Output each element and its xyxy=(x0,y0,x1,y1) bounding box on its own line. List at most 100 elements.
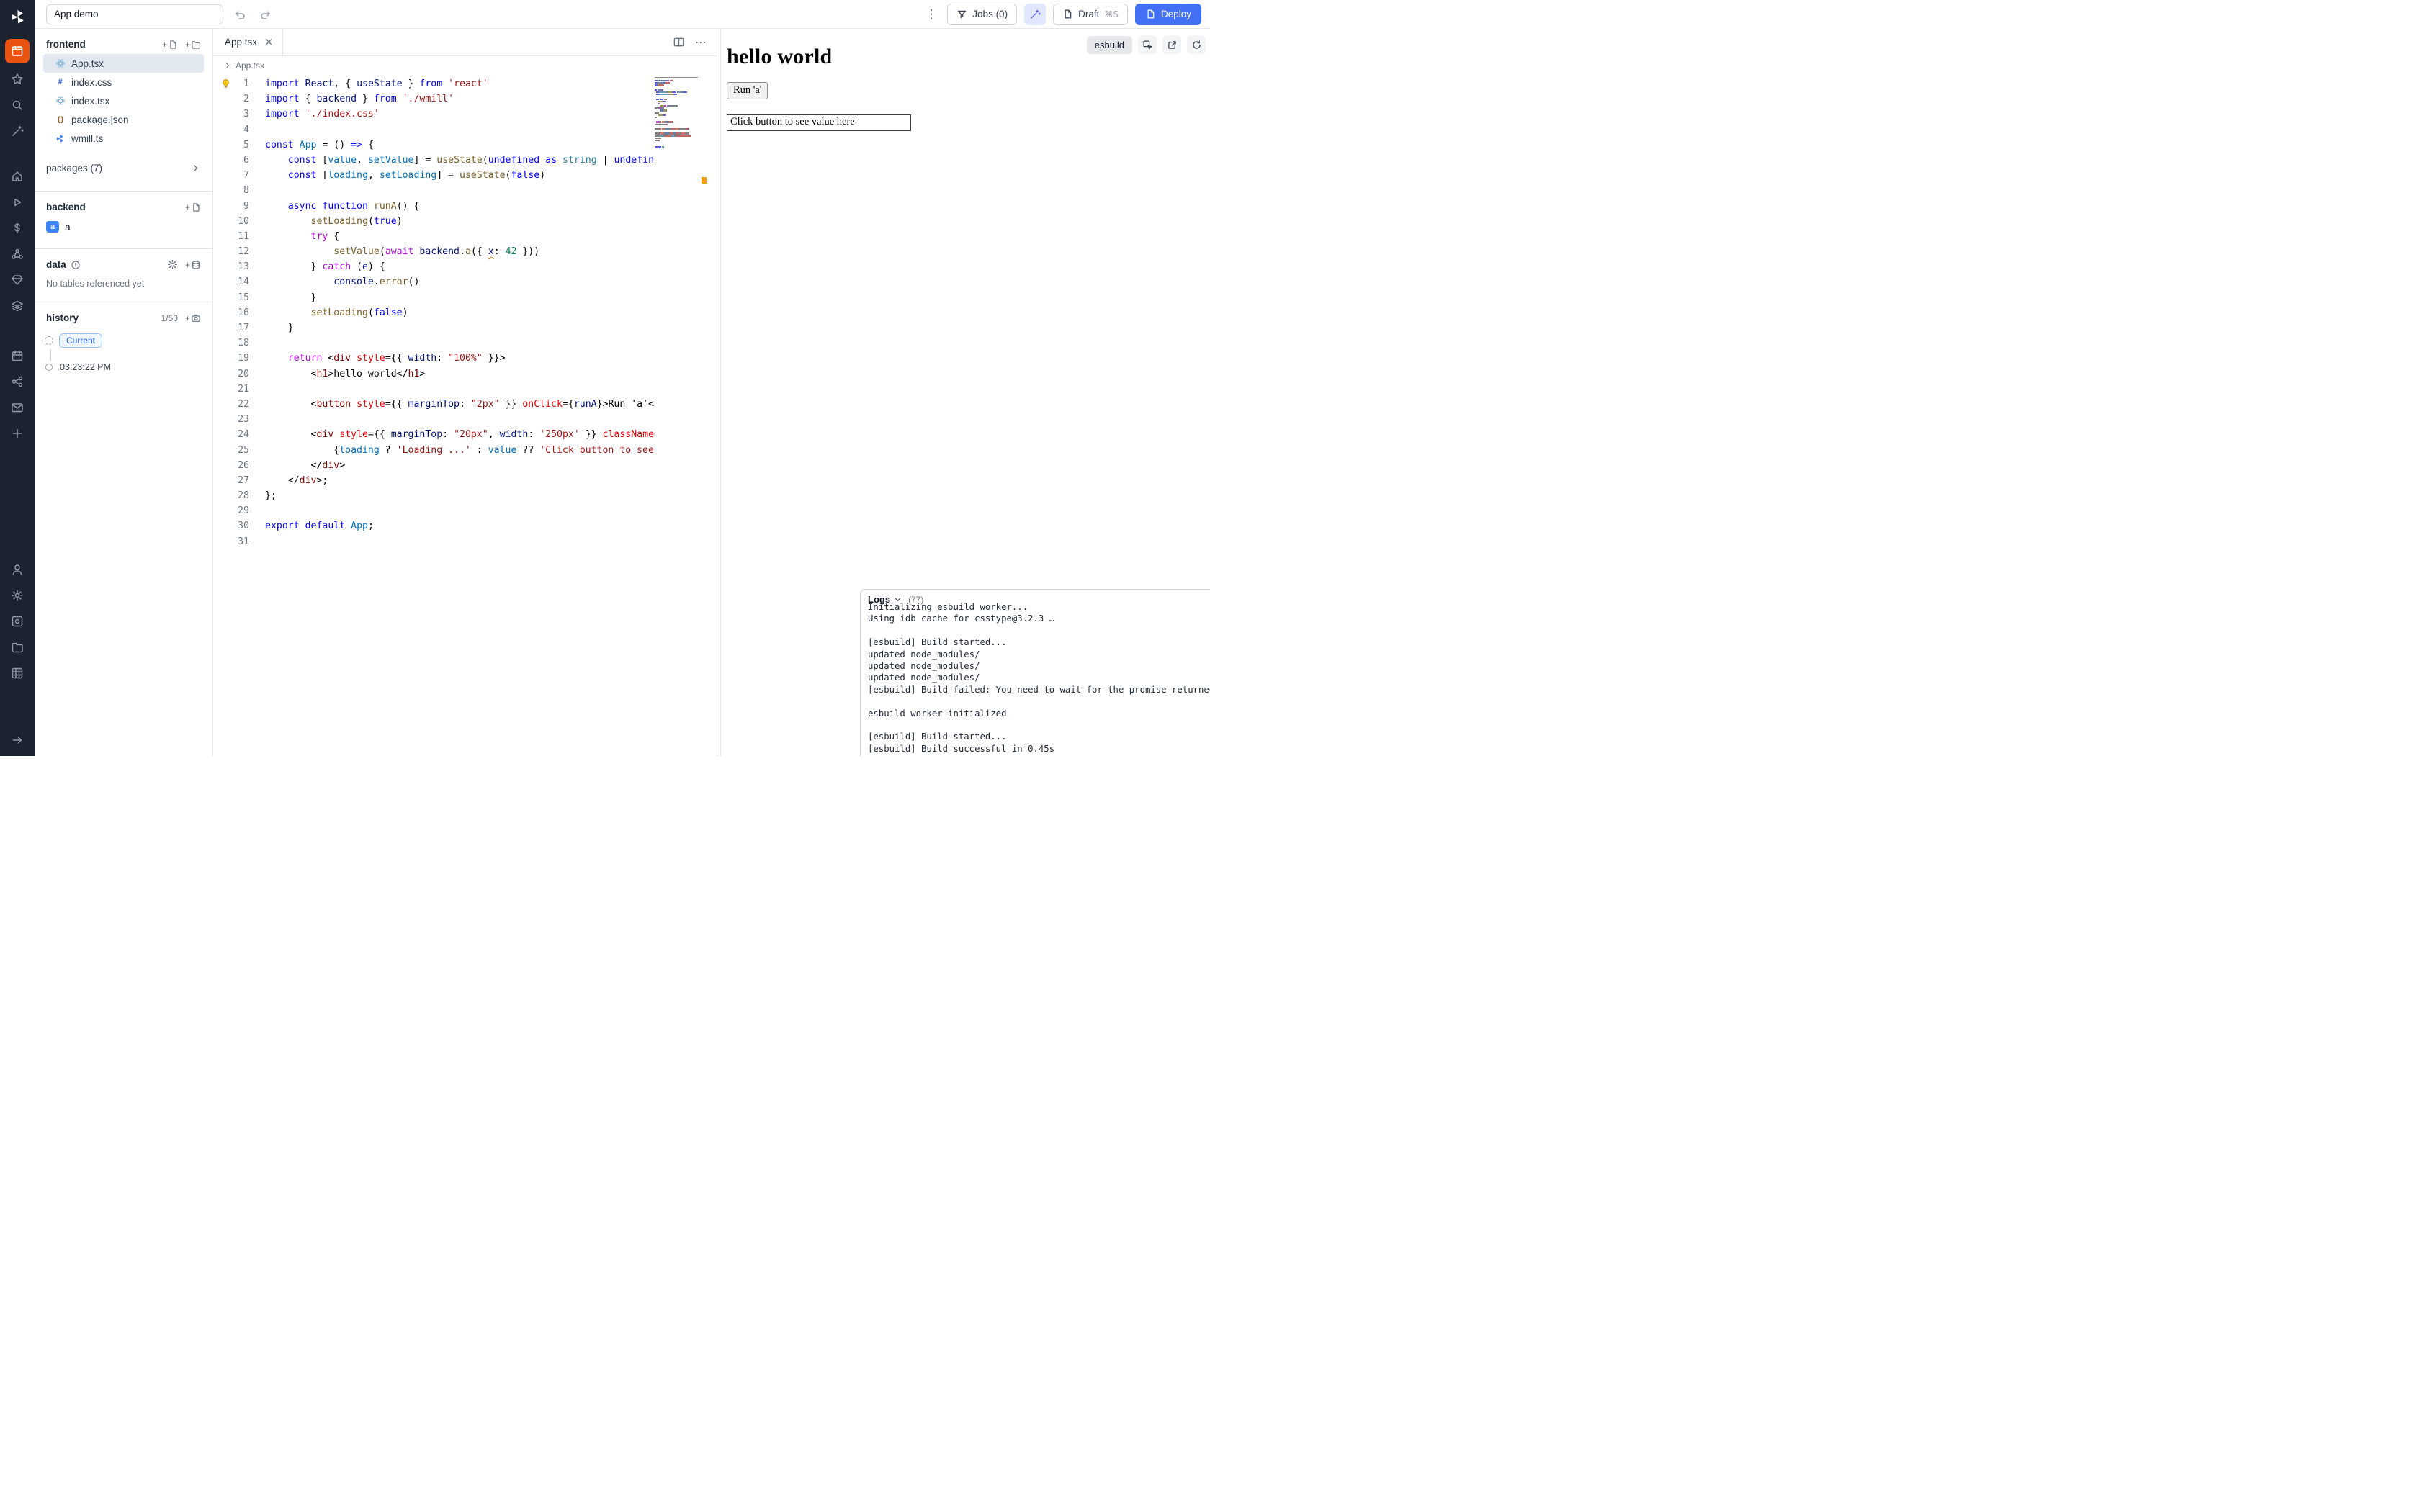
user-button[interactable] xyxy=(5,559,30,580)
home-button[interactable] xyxy=(5,166,30,186)
camera-icon xyxy=(191,313,201,323)
plus-icon xyxy=(11,427,24,440)
minimap-slider[interactable] xyxy=(655,77,698,78)
flow-button[interactable] xyxy=(5,371,30,392)
split-columns-icon[interactable] xyxy=(673,36,685,48)
content-row: frontend + + App.tsx#index.cssindex.tsx{… xyxy=(35,29,1210,756)
boxcog-button[interactable] xyxy=(5,611,30,631)
add-backend-script-button[interactable]: + xyxy=(185,202,201,212)
file-icon xyxy=(191,202,201,212)
apps-button[interactable] xyxy=(5,39,30,63)
minimap[interactable] xyxy=(655,76,699,756)
history-entry-timestamp[interactable]: 03:23:22 PM xyxy=(45,362,202,372)
open-external-icon[interactable] xyxy=(1162,35,1181,54)
apps-icon xyxy=(11,45,24,58)
folder-icon xyxy=(191,40,201,50)
history-entry-current[interactable]: Current xyxy=(45,333,202,348)
arrow-right-icon xyxy=(11,734,24,747)
history-counter: 1/50 xyxy=(161,313,178,323)
calendar-icon xyxy=(11,349,24,362)
esbuild-badge[interactable]: esbuild xyxy=(1087,36,1132,54)
run-a-button[interactable]: Run 'a' xyxy=(727,82,768,99)
windmill-logo[interactable] xyxy=(4,4,30,29)
close-icon[interactable]: × xyxy=(264,37,274,48)
snapshot-button[interactable]: + xyxy=(185,313,201,323)
database-icon xyxy=(191,260,201,270)
dollar-icon xyxy=(11,222,24,235)
packages-row[interactable]: packages (7) xyxy=(43,158,204,178)
wand-icon xyxy=(11,125,24,138)
arrow-right-button[interactable] xyxy=(5,729,30,750)
play-button[interactable] xyxy=(5,192,30,212)
info-icon[interactable] xyxy=(71,260,81,270)
mail-button[interactable] xyxy=(5,397,30,418)
wand-button[interactable] xyxy=(5,120,30,141)
draft-button[interactable]: Draft ⌘S xyxy=(1053,4,1128,25)
backend-list: aa xyxy=(43,218,204,235)
folder-button[interactable] xyxy=(5,636,30,657)
refresh-icon[interactable] xyxy=(1187,35,1206,54)
grid-button[interactable] xyxy=(5,662,30,683)
add-table-button[interactable]: + xyxy=(185,260,201,270)
editor-more-menu-icon[interactable]: ⋯ xyxy=(695,35,707,49)
redo-button[interactable] xyxy=(256,5,275,24)
json-file-icon: { } xyxy=(55,116,66,124)
boxcog-icon xyxy=(11,615,24,628)
preview-toolbar: esbuild xyxy=(1087,35,1206,54)
gear-icon xyxy=(11,589,24,602)
react-file-icon xyxy=(55,58,66,68)
inspect-pointer-icon[interactable] xyxy=(1138,35,1157,54)
undo-icon xyxy=(233,8,246,21)
file-icon xyxy=(1062,9,1073,19)
frontend-section: frontend + + App.tsx#index.cssindex.tsx{… xyxy=(35,29,212,191)
tab-app-tsx[interactable]: App.tsx × xyxy=(213,29,283,55)
code-editor-text[interactable]: import React, { useState } from 'react'i… xyxy=(265,76,655,756)
folder-icon xyxy=(11,641,24,654)
layers-button[interactable] xyxy=(5,295,30,316)
dollar-button[interactable] xyxy=(5,217,30,238)
plus-button[interactable] xyxy=(5,423,30,444)
file-item-index.tsx[interactable]: index.tsx xyxy=(43,91,204,110)
undo-button[interactable] xyxy=(230,5,249,24)
gem-button[interactable] xyxy=(5,269,30,290)
add-file-button[interactable]: + xyxy=(162,40,178,50)
search-button[interactable] xyxy=(5,94,30,115)
gear-button[interactable] xyxy=(5,585,30,606)
breadcrumb[interactable]: App.tsx xyxy=(213,56,717,75)
app-name-input[interactable] xyxy=(46,4,223,24)
ai-wand-button[interactable] xyxy=(1024,4,1046,25)
magic-wand-icon xyxy=(1029,9,1041,20)
deploy-button[interactable]: Deploy xyxy=(1135,4,1201,25)
lightbulb-icon[interactable] xyxy=(220,78,231,89)
chevron-right-icon xyxy=(190,163,201,174)
file-item-package.json[interactable]: { }package.json xyxy=(43,110,204,129)
top-bar: ⋮ Jobs (0) Draft ⌘S Deploy xyxy=(35,0,1210,29)
jobs-button[interactable]: Jobs (0) xyxy=(947,4,1017,25)
backend-section: backend + aa xyxy=(35,191,212,248)
backend-script-a[interactable]: aa xyxy=(43,218,204,235)
script-name: a xyxy=(65,222,71,233)
file-icon xyxy=(168,40,178,50)
hub-button[interactable] xyxy=(5,243,30,264)
data-section: data + No tables referenced yet xyxy=(35,248,212,302)
more-menu-button[interactable]: ⋮ xyxy=(923,7,940,22)
logs-output[interactable]: Initializing esbuild worker... Using idb… xyxy=(861,601,1210,756)
file-item-wmill.ts[interactable]: wmill.ts xyxy=(43,129,204,148)
jobs-icon xyxy=(956,9,967,19)
app-preview-pane: esbuild hello world Run 'a' Click button… xyxy=(721,29,1210,756)
left-icon-rail xyxy=(0,0,35,756)
file-name: index.tsx xyxy=(71,96,109,107)
star-button[interactable] xyxy=(5,68,30,89)
code-area: 1234567891011121314151617181920212223242… xyxy=(213,75,717,756)
chevron-right-icon xyxy=(223,61,232,70)
file-item-index.css[interactable]: #index.css xyxy=(43,73,204,91)
overview-ruler[interactable] xyxy=(699,76,717,756)
hub-icon xyxy=(11,248,24,261)
data-settings-gear-icon[interactable] xyxy=(167,259,178,270)
value-box: Click button to see value here xyxy=(727,114,911,131)
layers-icon xyxy=(11,300,24,312)
tab-label: App.tsx xyxy=(225,37,257,48)
file-item-App.tsx[interactable]: App.tsx xyxy=(43,54,204,73)
add-folder-button[interactable]: + xyxy=(185,40,201,50)
calendar-button[interactable] xyxy=(5,345,30,366)
